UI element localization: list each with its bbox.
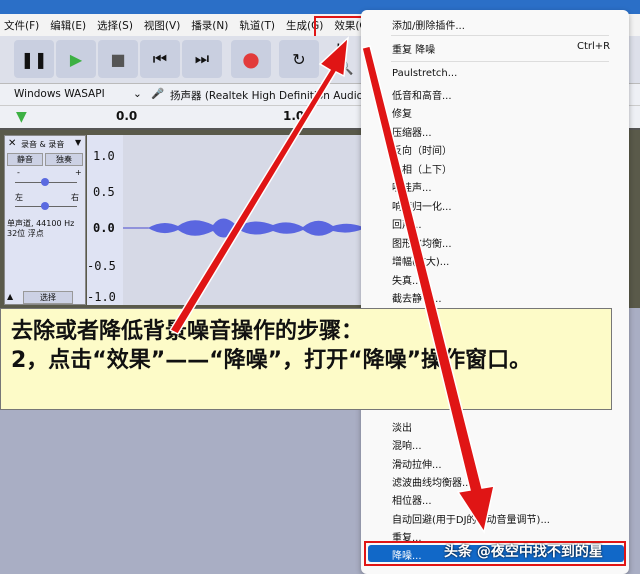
- arrow-to-effect-menu-icon: [168, 36, 349, 335]
- annotation-arrows: [168, 36, 495, 534]
- arrow-to-noise-reduction-icon: [361, 45, 495, 534]
